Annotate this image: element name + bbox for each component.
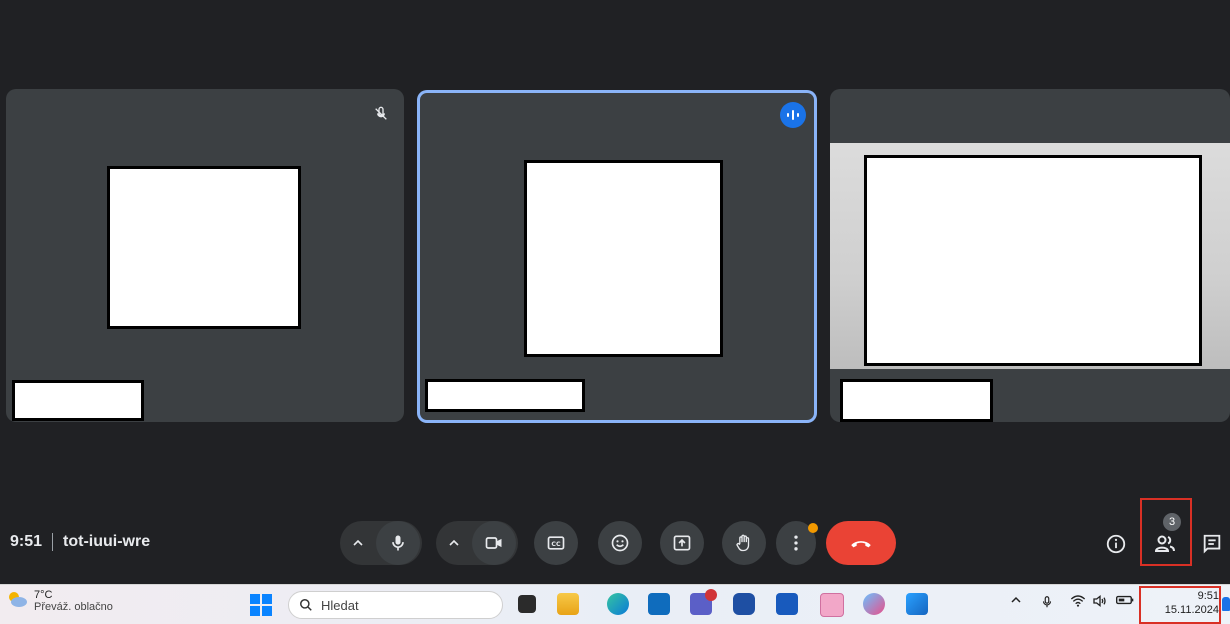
camera-icon: [485, 537, 502, 549]
captions-icon: CC: [547, 536, 565, 550]
teams-icon[interactable]: [690, 589, 717, 615]
more-options-icon: [794, 535, 798, 551]
meeting-time: 9:51: [10, 533, 43, 550]
chevron-up-icon: [1011, 596, 1021, 603]
weather-temperature: 7°C: [34, 589, 53, 601]
notification-dot: [808, 523, 818, 533]
hang-up-button[interactable]: [826, 521, 896, 565]
tray-network[interactable]: [1070, 594, 1086, 611]
security-app-icon[interactable]: [733, 593, 755, 615]
audio-settings-chevron[interactable]: [340, 521, 376, 565]
redacted-avatar: [107, 166, 301, 329]
mic-off-icon: [368, 101, 394, 127]
task-view-icon[interactable]: [518, 595, 536, 613]
camera-button[interactable]: [472, 521, 516, 565]
microphone-icon: [1042, 596, 1052, 608]
snipping-tool-icon[interactable]: [820, 593, 844, 617]
edge-browser-icon[interactable]: [607, 593, 629, 615]
start-button[interactable]: [250, 594, 272, 616]
participant-tile-1[interactable]: [6, 89, 404, 422]
meeting-code: tot-iuui-wre: [63, 533, 151, 550]
speaker-icon: [1093, 594, 1106, 608]
outlook-icon[interactable]: [648, 593, 670, 615]
raise-hand-icon: [736, 534, 750, 552]
cloudy-weather-icon: [9, 592, 27, 607]
hang-up-icon: [851, 541, 871, 548]
participant-tile-3[interactable]: [830, 89, 1230, 422]
chat-button[interactable]: [1199, 531, 1225, 557]
raise-hand-button[interactable]: [722, 521, 766, 565]
more-options-button[interactable]: [776, 521, 818, 565]
emoji-reactions-button[interactable]: [598, 521, 642, 565]
redacted-name-label: [425, 379, 585, 412]
word-icon[interactable]: [776, 593, 798, 615]
microphone-icon: [392, 535, 404, 551]
redacted-name-label: [840, 379, 993, 422]
emoji-icon: [611, 534, 629, 552]
present-screen-button[interactable]: [660, 521, 704, 565]
captions-button[interactable]: CC: [534, 521, 578, 565]
notification-bell-icon[interactable]: [1222, 597, 1230, 611]
camera-control-group: [436, 521, 518, 565]
divider: [52, 533, 54, 551]
tray-microphone[interactable]: [1040, 594, 1054, 613]
weather-description: Převáž. oblačno: [34, 601, 113, 613]
meeting-controls-bar: 9:51 tot-iuui-wre CC 3: [0, 498, 1230, 583]
windows-taskbar: 7°C Převáž. oblačno Hledat 9:51 15.11.20…: [0, 584, 1230, 624]
taskbar-search[interactable]: Hledat: [288, 591, 503, 619]
participant-tile-2[interactable]: [417, 90, 817, 423]
present-icon: [673, 535, 691, 551]
meeting-info-button[interactable]: [1103, 531, 1129, 557]
microphone-button[interactable]: [376, 521, 420, 565]
speaking-indicator-icon: [780, 102, 806, 128]
chevron-up-icon: [449, 539, 459, 546]
info-icon: [1106, 534, 1126, 554]
clock-highlight-box: [1139, 586, 1221, 624]
chat-icon: [1203, 534, 1221, 554]
redacted-avatar: [524, 160, 723, 357]
show-hidden-icons-chevron[interactable]: [1010, 594, 1022, 609]
search-placeholder: Hledat: [321, 597, 359, 613]
chevron-up-icon: [353, 539, 363, 546]
svg-text:CC: CC: [551, 541, 561, 548]
windows-logo-icon: [250, 594, 272, 616]
meet-window: 9:51 tot-iuui-wre CC 3: [0, 0, 1230, 584]
battery-icon: [1116, 595, 1134, 605]
tray-volume[interactable]: [1092, 594, 1108, 611]
weather-widget[interactable]: 7°C Převáž. oblačno: [6, 589, 113, 614]
search-icon: [300, 599, 312, 611]
file-explorer-icon[interactable]: [557, 593, 579, 615]
mic-control-group: [340, 521, 422, 565]
photos-icon[interactable]: [906, 593, 928, 615]
notification-dot: [705, 589, 717, 601]
paint-icon[interactable]: [863, 593, 885, 615]
video-settings-chevron[interactable]: [436, 521, 472, 565]
redacted-avatar: [864, 155, 1202, 366]
meeting-details: 9:51 tot-iuui-wre: [10, 533, 150, 551]
redacted-name-label: [12, 380, 144, 421]
tray-battery[interactable]: [1116, 594, 1134, 609]
wifi-icon: [1070, 595, 1086, 607]
people-highlight-box: [1140, 498, 1192, 566]
